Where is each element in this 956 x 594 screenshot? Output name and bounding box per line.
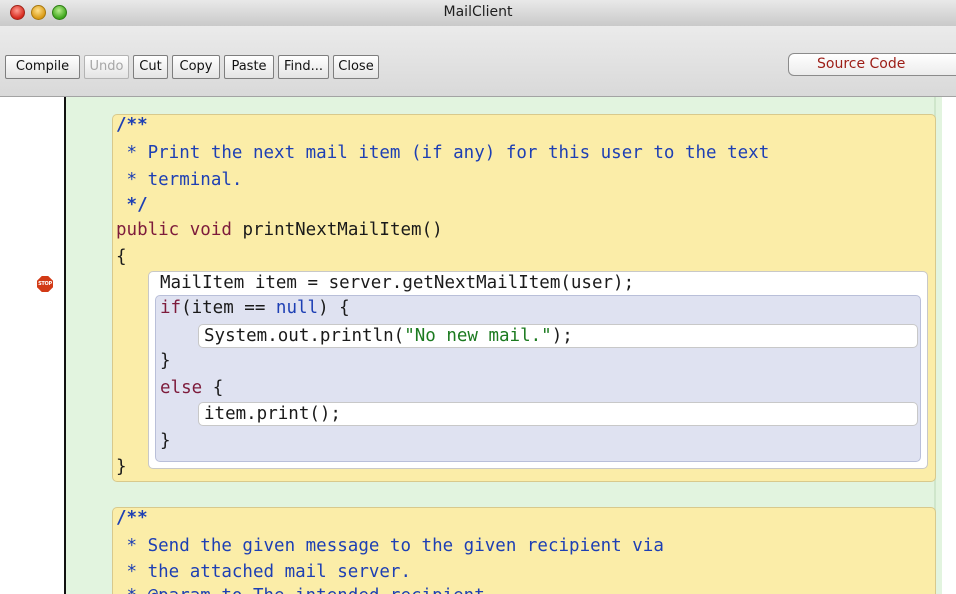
brace: } bbox=[160, 431, 171, 451]
if-else-scope bbox=[155, 295, 921, 462]
code-line-16[interactable]: * Send the given message to the given re… bbox=[116, 535, 664, 558]
code-line-1[interactable]: /** bbox=[116, 114, 148, 137]
brace: } bbox=[160, 351, 171, 371]
keyword: public bbox=[116, 220, 180, 240]
method-signature: printNextMailItem() bbox=[242, 220, 443, 240]
literal: null bbox=[275, 298, 319, 318]
comment-text: * Send the given message to the given re… bbox=[116, 536, 664, 556]
condition: (item == bbox=[181, 298, 276, 318]
keyword: else bbox=[160, 378, 203, 398]
window-title: MailClient bbox=[443, 4, 513, 20]
statement: item.print(); bbox=[204, 404, 341, 424]
view-select[interactable]: Source Code bbox=[788, 53, 956, 76]
string-literal: "No new mail." bbox=[404, 326, 552, 346]
code-line-15[interactable]: /** bbox=[116, 507, 148, 530]
code-line-2[interactable]: * Print the next mail item (if any) for … bbox=[116, 142, 770, 165]
code-editor[interactable]: STOP /** * Print the next mail item (if … bbox=[0, 97, 956, 594]
code-line-9[interactable]: System.out.println("No new mail."); bbox=[204, 325, 573, 348]
keyword: void bbox=[189, 220, 232, 240]
comment-text: * terminal. bbox=[116, 170, 243, 190]
code-line-6[interactable]: { bbox=[116, 246, 127, 269]
gutter-divider bbox=[64, 97, 66, 594]
code-line-14[interactable]: } bbox=[116, 456, 127, 479]
brace: { bbox=[116, 247, 127, 267]
comment-text: /** bbox=[116, 115, 148, 135]
statement: System.out.println( bbox=[204, 326, 405, 346]
code-line-3[interactable]: * terminal. bbox=[116, 169, 243, 192]
code-line-11[interactable]: else { bbox=[160, 377, 223, 400]
brace: { bbox=[212, 378, 224, 398]
brace: } bbox=[116, 457, 127, 477]
code-line-5[interactable]: public void printNextMailItem() bbox=[116, 219, 443, 242]
comment-text: /** bbox=[116, 508, 148, 528]
comment-text: */ bbox=[116, 195, 148, 215]
code-line-17[interactable]: * the attached mail server. bbox=[116, 561, 411, 584]
paste-button[interactable]: Paste bbox=[224, 55, 274, 79]
undo-button[interactable]: Undo bbox=[84, 55, 129, 79]
close-button[interactable]: Close bbox=[333, 55, 379, 79]
keyword: if bbox=[160, 298, 182, 318]
code-line-13[interactable]: } bbox=[160, 430, 171, 453]
find-button[interactable]: Find... bbox=[278, 55, 329, 79]
code-line-8[interactable]: if(item == null) { bbox=[160, 297, 350, 320]
statement: MailItem item = server.getNextMailItem(u… bbox=[160, 273, 635, 293]
comment-text: * @param to The intended recipient. bbox=[116, 586, 496, 594]
comment-text: * the attached mail server. bbox=[116, 562, 412, 582]
code-line-4[interactable]: */ bbox=[116, 194, 148, 217]
comment-text: * Print the next mail item (if any) for … bbox=[116, 143, 770, 163]
code-line-18[interactable]: * @param to The intended recipient. bbox=[116, 585, 496, 594]
title-bar[interactable]: MailClient bbox=[0, 0, 956, 27]
cut-button[interactable]: Cut bbox=[133, 55, 168, 79]
condition: ) { bbox=[318, 298, 350, 318]
compile-button[interactable]: Compile bbox=[5, 55, 80, 79]
code-line-10[interactable]: } bbox=[160, 350, 171, 373]
code-line-12[interactable]: item.print(); bbox=[204, 403, 341, 426]
copy-button[interactable]: Copy bbox=[172, 55, 220, 79]
toolbar: Compile Undo Cut Copy Paste Find... Clos… bbox=[0, 26, 956, 97]
statement: ); bbox=[551, 326, 573, 346]
breakpoint-stop-icon[interactable]: STOP bbox=[37, 276, 53, 292]
mailclient-window: MailClient Compile Undo Cut Copy Paste F… bbox=[0, 0, 956, 594]
code-line-7[interactable]: MailItem item = server.getNextMailItem(u… bbox=[160, 272, 634, 295]
